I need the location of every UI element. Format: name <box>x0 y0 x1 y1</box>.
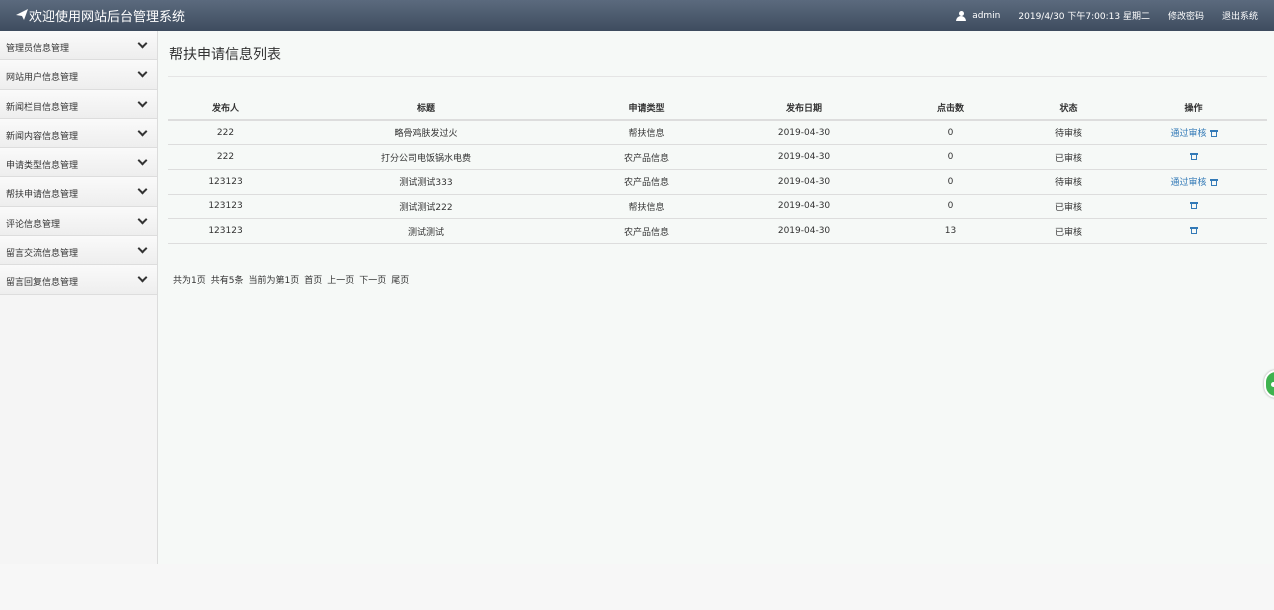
bottom-area <box>0 564 1274 610</box>
column-header-type: 申请类型 <box>569 95 724 121</box>
cell-status: 已审核 <box>1017 218 1120 244</box>
trash-icon[interactable] <box>1189 227 1198 235</box>
cell-actions: 通过审核 <box>1120 169 1267 195</box>
table-row: 123123 测试测试333 农产品信息 2019-04-30 0 待审核 通过… <box>168 169 1267 195</box>
sidebar-item-admin[interactable]: 管理员信息管理 <box>0 31 157 61</box>
table-row: 222 略骨鸡肤发过火 帮扶信息 2019-04-30 0 待审核 通过审核 <box>168 120 1267 146</box>
approve-link[interactable]: 通过审核 <box>1170 129 1206 139</box>
chevron-down-icon <box>137 185 148 195</box>
pager-first-link[interactable]: 首页 <box>304 273 322 286</box>
pager-total-items: 共有5条 <box>210 276 244 286</box>
chevron-down-icon <box>137 67 148 78</box>
table-row: 222 打分公司电饭锅水电费 农产品信息 2019-04-30 0 已审核 <box>168 144 1267 170</box>
cell-clicks: 13 <box>884 218 1017 244</box>
cell-type: 农产品信息 <box>569 218 724 244</box>
username: admin <box>972 10 1001 21</box>
pagination: 共为1页 共有5条 当前为第1页 首页 上一页 下一页 尾页 <box>173 273 414 286</box>
cell-clicks: 0 <box>884 144 1017 170</box>
divider <box>168 76 1267 77</box>
table-header-row: 发布人 标题 申请类型 发布日期 点击数 状态 操作 <box>168 95 1267 121</box>
sidebar-item-news-content[interactable]: 新闻内容信息管理 <box>0 118 157 149</box>
paper-plane-icon <box>16 8 28 23</box>
sidebar-item-assist-applications[interactable]: 帮扶申请信息管理 <box>0 177 157 207</box>
user-icon <box>956 10 967 21</box>
cell-date: 2019-04-30 <box>724 169 884 195</box>
cell-date: 2019-04-30 <box>724 194 884 220</box>
cell-status: 已审核 <box>1017 194 1120 220</box>
cell-type: 帮扶信息 <box>569 194 724 220</box>
pager-last-link[interactable]: 尾页 <box>391 273 409 286</box>
app-title: 欢迎使用网站后台管理系统 <box>29 10 186 25</box>
cell-type: 农产品信息 <box>569 144 724 170</box>
sidebar: 管理员信息管理 网站用户信息管理 新闻栏目信息管理 新闻内容信息管理 申请类型信… <box>0 31 158 564</box>
datetime: 2019/4/30 下午7:00:13 星期二 <box>1018 12 1150 22</box>
column-header-clicks: 点击数 <box>884 95 1017 121</box>
cell-clicks: 0 <box>884 120 1017 146</box>
cell-type: 帮扶信息 <box>569 120 724 146</box>
column-header-title: 标题 <box>283 95 569 121</box>
cell-actions <box>1120 144 1267 170</box>
cell-status: 待审核 <box>1017 169 1120 195</box>
cell-title: 测试测试333 <box>283 169 569 195</box>
cell-actions <box>1120 218 1267 244</box>
logout-link[interactable]: 退出系统 <box>1222 9 1258 22</box>
chevron-down-icon <box>137 97 148 108</box>
cell-clicks: 0 <box>884 194 1017 220</box>
approve-link[interactable]: 通过审核 <box>1170 178 1206 188</box>
column-header-actions: 操作 <box>1120 95 1267 121</box>
chevron-down-icon <box>137 38 148 49</box>
cell-date: 2019-04-30 <box>724 120 884 146</box>
applications-table: 发布人 标题 申请类型 发布日期 点击数 状态 操作 222 略骨鸡肤发过火 帮… <box>168 95 1267 244</box>
chevron-down-icon <box>137 155 148 166</box>
sidebar-item-site-users[interactable]: 网站用户信息管理 <box>0 60 157 90</box>
cell-publisher: 222 <box>168 120 283 146</box>
brand: 欢迎使用网站后台管理系统 <box>16 6 185 25</box>
pager-next-link[interactable]: 下一页 <box>359 273 386 286</box>
cell-publisher: 123123 <box>168 218 283 244</box>
cell-title: 测试测试222 <box>283 194 569 220</box>
cell-clicks: 0 <box>884 169 1017 195</box>
cell-status: 待审核 <box>1017 120 1120 146</box>
sidebar-item-comments[interactable]: 评论信息管理 <box>0 206 157 237</box>
cell-type: 农产品信息 <box>569 169 724 195</box>
sidebar-item-news-columns[interactable]: 新闻栏目信息管理 <box>0 89 157 119</box>
header-actions: admin 2019/4/30 下午7:00:13 星期二 修改密码 退出系统 <box>938 9 1258 22</box>
trash-icon[interactable] <box>1189 202 1198 210</box>
cell-publisher: 123123 <box>168 194 283 220</box>
table-row: 123123 测试测试222 帮扶信息 2019-04-30 0 已审核 <box>168 194 1267 220</box>
cell-date: 2019-04-30 <box>724 144 884 170</box>
sidebar-item-message-replies[interactable]: 留言回复信息管理 <box>0 265 157 295</box>
cell-actions <box>1120 194 1267 220</box>
pager-total-pages: 共为1页 <box>173 276 206 286</box>
cell-status: 已审核 <box>1017 144 1120 170</box>
chevron-down-icon <box>137 214 148 225</box>
chevron-down-icon <box>137 243 148 254</box>
trash-icon[interactable] <box>1209 179 1218 187</box>
cell-title: 测试测试 <box>283 218 569 244</box>
main-content: 帮扶申请信息列表 发布人 标题 申请类型 发布日期 点击数 状态 操作 222 … <box>158 31 1274 564</box>
sidebar-item-messages[interactable]: 留言交流信息管理 <box>0 236 157 266</box>
chevron-down-icon <box>137 272 148 283</box>
current-user: admin <box>956 10 1001 21</box>
trash-icon[interactable] <box>1209 130 1218 138</box>
pager-prev-link[interactable]: 上一页 <box>327 273 354 286</box>
top-bar: 欢迎使用网站后台管理系统 admin 2019/4/30 下午7:00:13 星… <box>0 0 1274 31</box>
cell-title: 打分公司电饭锅水电费 <box>283 144 569 170</box>
column-header-status: 状态 <box>1017 95 1120 121</box>
cell-actions: 通过审核 <box>1120 120 1267 146</box>
cell-title: 略骨鸡肤发过火 <box>283 120 569 146</box>
cell-publisher: 123123 <box>168 169 283 195</box>
page-title: 帮扶申请信息列表 <box>169 47 281 63</box>
change-password-link[interactable]: 修改密码 <box>1168 9 1204 22</box>
sidebar-item-apply-types[interactable]: 申请类型信息管理 <box>0 148 157 178</box>
column-header-date: 发布日期 <box>724 95 884 121</box>
column-header-publisher: 发布人 <box>168 95 283 121</box>
pager-current: 当前为第1页 <box>248 276 300 286</box>
table-row: 123123 测试测试 农产品信息 2019-04-30 13 已审核 <box>168 218 1267 244</box>
chevron-down-icon <box>137 126 148 137</box>
trash-icon[interactable] <box>1189 153 1198 161</box>
cell-publisher: 222 <box>168 144 283 170</box>
cell-date: 2019-04-30 <box>724 218 884 244</box>
